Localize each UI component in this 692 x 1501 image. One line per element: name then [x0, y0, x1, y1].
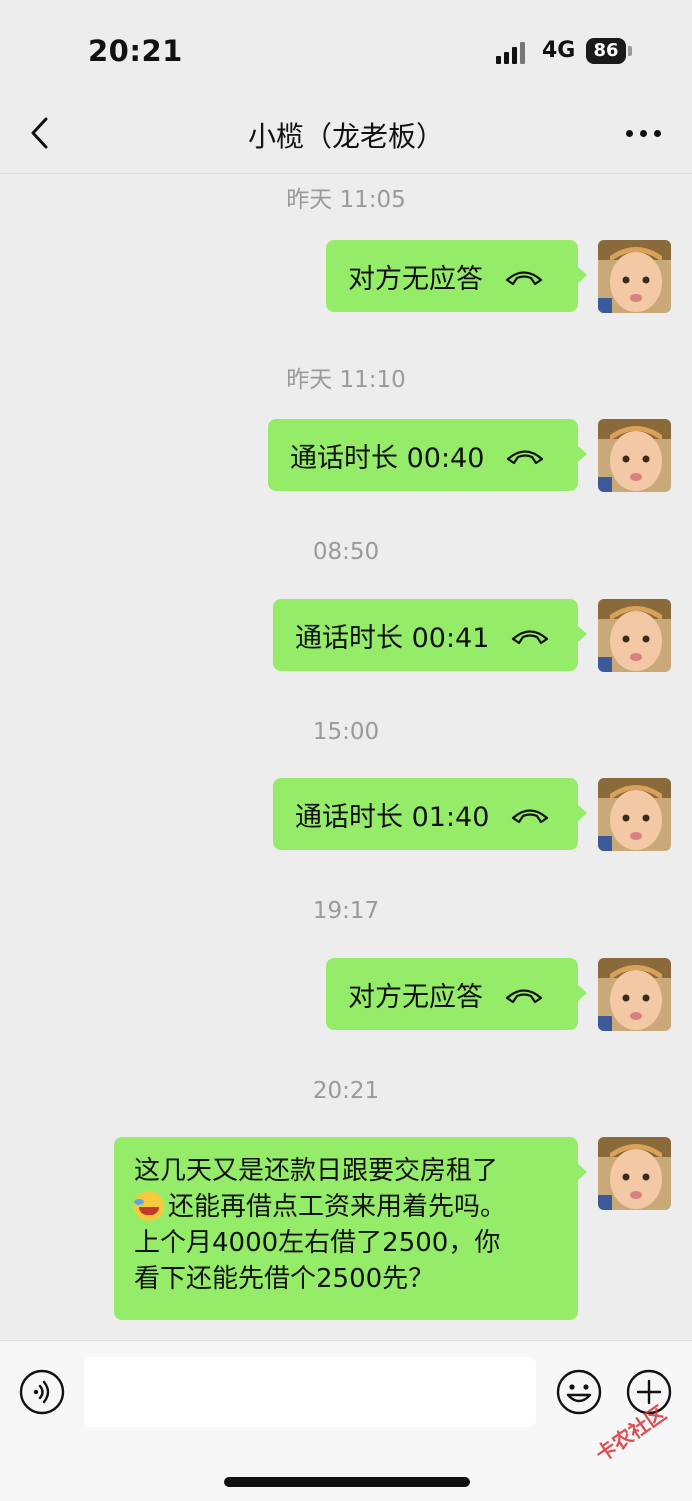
voice-icon	[19, 1369, 65, 1415]
phone-hangup-icon	[505, 271, 543, 286]
call-record-bubble[interactable]: 通话时长 01:40	[273, 778, 587, 850]
call-record-bubble[interactable]: 对方无应答	[326, 958, 587, 1030]
message-line: 这几天又是还款日跟要交房租了	[134, 1156, 499, 1186]
phone-hangup-icon	[512, 809, 549, 824]
message-line: 看下还能先借个2500先？	[134, 1264, 435, 1294]
phone-hangup-icon	[512, 630, 549, 645]
message-timestamp: 19:17	[312, 898, 380, 924]
more-button[interactable]	[622, 117, 666, 147]
input-bar	[0, 1340, 692, 1501]
call-record-bubble[interactable]: 通话时长 00:40	[268, 419, 587, 491]
status-bar: 20:21 4G 86	[0, 0, 692, 90]
emoji-button[interactable]	[556, 1369, 602, 1415]
battery-cap	[628, 46, 632, 56]
message-line: 还能再借点工资来用着先吗。	[168, 1192, 507, 1222]
battery-icon: 86	[586, 38, 626, 64]
message-timestamp: 08:50	[312, 539, 380, 565]
avatar[interactable]	[598, 240, 671, 313]
phone-hangup-icon	[505, 989, 543, 1004]
message-input[interactable]	[84, 1357, 536, 1427]
phone-hangup-icon	[507, 450, 544, 465]
message-timestamp: 昨天 11:05	[286, 187, 406, 213]
status-time: 20:21	[88, 34, 183, 68]
avatar[interactable]	[598, 599, 671, 672]
chat-header: 小榄（龙老板）	[0, 95, 692, 174]
call-status-text: 对方无应答	[348, 981, 483, 1013]
avatar[interactable]	[598, 958, 671, 1031]
message-line: 上个月4000左右借了2500，你	[134, 1228, 501, 1258]
avatar[interactable]	[598, 1137, 671, 1210]
message-timestamp: 20:21	[312, 1078, 380, 1104]
more-dots-icon	[626, 130, 633, 137]
call-record-bubble[interactable]: 对方无应答	[326, 240, 587, 312]
chat-title: 小榄（龙老板）	[247, 120, 444, 153]
call-status-text: 对方无应答	[348, 263, 483, 295]
avatar[interactable]	[598, 778, 671, 851]
signal-icon	[496, 42, 532, 64]
avatar[interactable]	[598, 419, 671, 492]
call-duration-text: 通话时长 00:41	[295, 622, 490, 654]
home-indicator[interactable]	[224, 1477, 470, 1487]
message-timestamp: 昨天 11:10	[286, 367, 406, 393]
text-message-bubble[interactable]: 这几天又是还款日跟要交房租了 还能再借点工资来用着先吗。 上个月4000左右借了…	[114, 1137, 587, 1320]
call-duration-text: 通话时长 00:40	[290, 442, 485, 474]
message-timestamp: 15:00	[312, 719, 380, 745]
network-label: 4G	[542, 38, 576, 63]
call-duration-text: 通话时长 01:40	[295, 801, 490, 833]
call-record-bubble[interactable]: 通话时长 00:41	[273, 599, 587, 671]
smiley-icon	[556, 1369, 602, 1415]
crying-laughing-emoji-icon	[134, 1191, 164, 1221]
battery-level: 86	[593, 40, 619, 61]
voice-input-button[interactable]	[19, 1369, 65, 1415]
